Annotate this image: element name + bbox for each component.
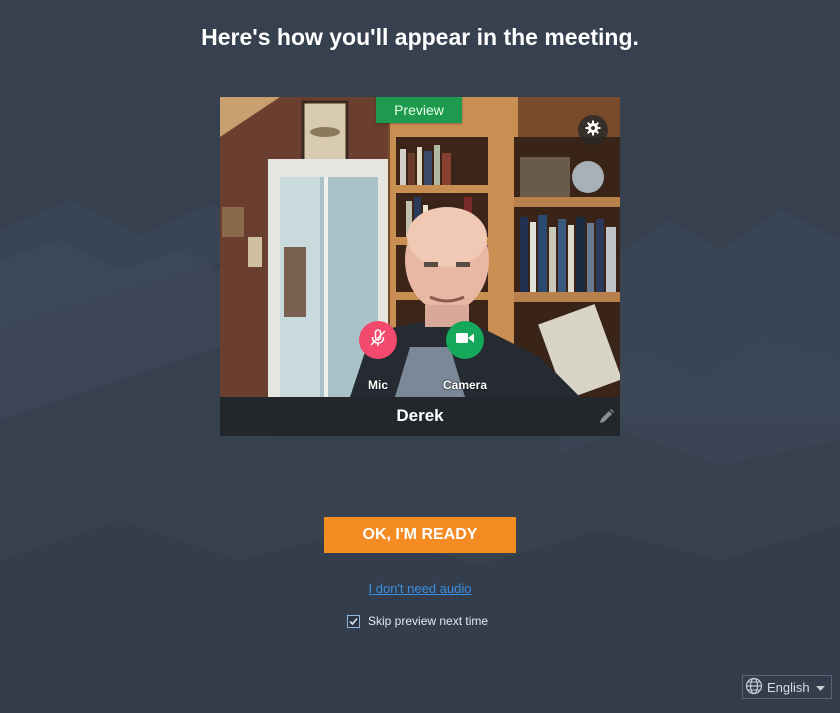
checkmark-icon [349, 617, 358, 625]
language-selector[interactable]: English [742, 675, 832, 699]
ready-button[interactable]: OK, I'M READY [324, 517, 516, 553]
video-camera-icon [455, 331, 475, 350]
camera-label: Camera [442, 378, 488, 392]
caret-down-icon [815, 680, 825, 695]
camera-video-feed: Preview Mic Camera [220, 97, 620, 397]
video-preview-card: Preview Mic Camera Derek [220, 97, 620, 436]
page-title: Here's how you'll appear in the meeting. [201, 24, 639, 50]
camera-toggle-button[interactable] [446, 321, 484, 359]
gear-icon [585, 120, 601, 141]
user-name: Derek [396, 406, 444, 425]
mic-off-icon [368, 328, 388, 353]
preview-badge: Preview [376, 97, 462, 123]
globe-icon [745, 677, 763, 698]
skip-preview-label: Skip preview next time [368, 614, 489, 628]
mic-toggle-button[interactable] [359, 321, 397, 359]
edit-name-button[interactable] [596, 407, 616, 427]
skip-preview-checkbox[interactable] [347, 614, 360, 628]
mic-label: Mic [367, 378, 388, 392]
pencil-icon [596, 409, 616, 431]
settings-button[interactable] [578, 115, 608, 145]
language-label: English [767, 679, 810, 695]
no-audio-link[interactable]: I don't need audio [0, 581, 840, 596]
webcam-image [220, 97, 620, 397]
skip-preview-option: Skip preview next time [347, 614, 488, 628]
name-bar: Derek [220, 397, 620, 436]
